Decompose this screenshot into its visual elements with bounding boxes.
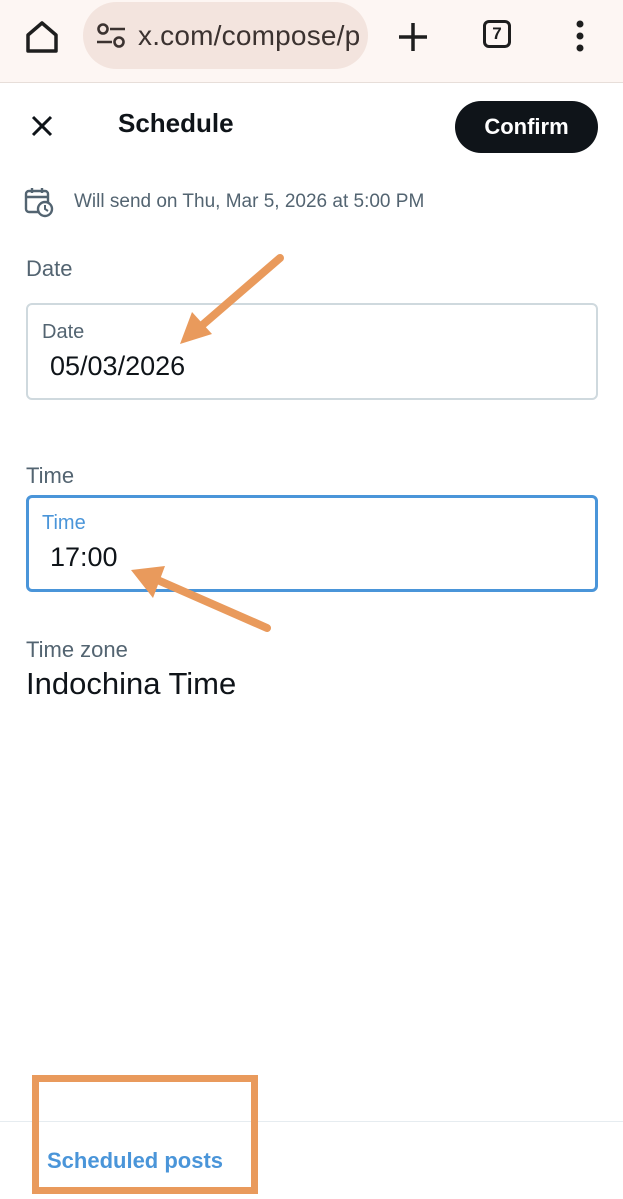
footer-divider	[0, 1121, 623, 1122]
browser-toolbar: x.com/compose/p 7	[0, 0, 623, 83]
tabs-icon[interactable]: 7	[483, 20, 511, 48]
close-icon[interactable]	[24, 108, 60, 144]
tab-count: 7	[492, 24, 502, 43]
plus-icon[interactable]	[393, 17, 433, 57]
address-bar[interactable]: x.com/compose/p	[83, 2, 368, 69]
date-section-label: Date	[26, 256, 73, 281]
annotation-highlight-box	[32, 1075, 258, 1194]
scheduled-posts-link[interactable]: Scheduled posts	[47, 1148, 223, 1174]
date-field[interactable]: Date 05/03/2026	[26, 303, 598, 400]
page-title: Schedule	[118, 108, 234, 138]
timezone-label: Time zone	[26, 637, 128, 662]
confirm-button[interactable]: Confirm	[455, 101, 598, 153]
site-settings-icon[interactable]	[95, 22, 127, 50]
home-icon[interactable]	[22, 17, 62, 57]
timezone-value: Indochina Time	[26, 666, 237, 701]
date-field-value[interactable]: 05/03/2026	[50, 351, 185, 382]
date-field-label: Date	[42, 321, 85, 343]
time-field[interactable]: Time 17:00	[26, 495, 598, 592]
time-field-label: Time	[42, 512, 86, 534]
more-vert-icon[interactable]	[568, 16, 592, 56]
calendar-clock-icon	[24, 188, 54, 218]
time-section-label: Time	[26, 463, 75, 488]
schedule-summary-text: Will send on Thu, Mar 5, 2026 at 5:00 PM	[74, 191, 425, 212]
url-text[interactable]: x.com/compose/p	[138, 20, 360, 52]
schedule-summary: Will send on Thu, Mar 5, 2026 at 5:00 PM	[24, 186, 424, 218]
time-field-value[interactable]: 17:00	[50, 542, 118, 573]
